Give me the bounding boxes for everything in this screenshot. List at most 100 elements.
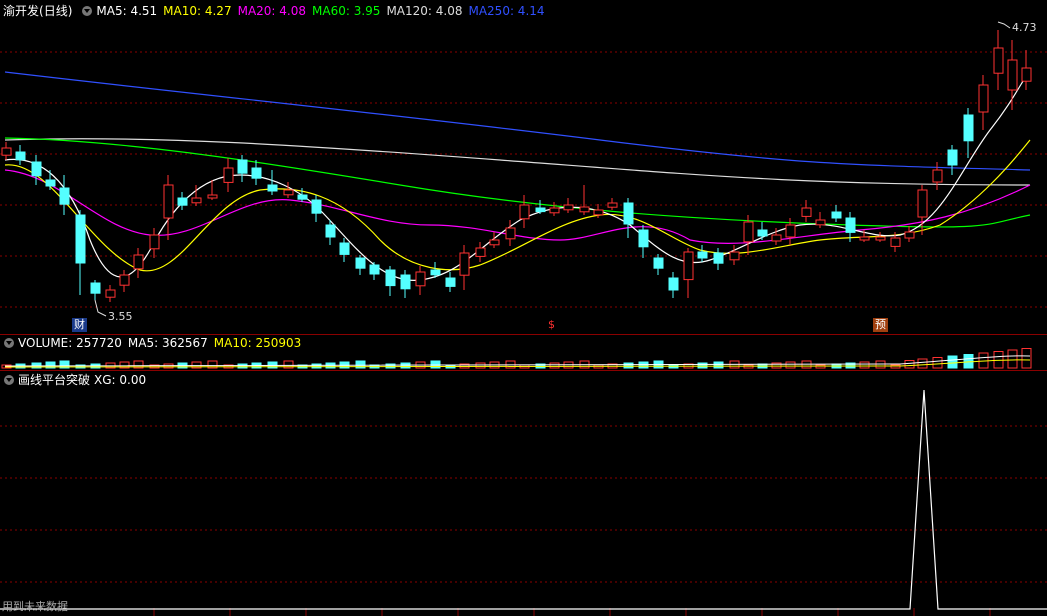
xg-signal-line <box>0 389 1047 610</box>
indicator-settings-icon[interactable] <box>4 375 14 385</box>
indicator-header: 画线平台突破 XG: 0.00 <box>0 371 152 389</box>
candle-body <box>729 251 740 261</box>
candle-body <box>549 207 560 214</box>
ma-curve-1 <box>4 138 1031 186</box>
candle-body <box>283 189 294 196</box>
indicator-name[interactable]: 画线平台突破 <box>18 371 90 389</box>
volume-bar <box>917 358 928 369</box>
candle-body <box>890 237 901 247</box>
ma250-label: MA250: 4.14 <box>468 4 545 18</box>
candle-body <box>831 211 842 219</box>
candle-body <box>297 194 308 200</box>
candle-body <box>400 274 411 290</box>
candle-body <box>593 209 604 216</box>
divider-volume-indicator <box>0 370 1047 371</box>
candle-body <box>963 114 974 142</box>
dividend-badge[interactable]: $ <box>546 318 557 332</box>
financial-report-badge[interactable]: 财 <box>72 318 87 332</box>
candle-body <box>993 47 1004 74</box>
volume-bar <box>947 355 958 369</box>
candle-body <box>653 257 664 269</box>
candle-body <box>519 204 530 220</box>
candle-body <box>623 202 634 225</box>
volume-bar <box>993 351 1004 369</box>
candle-body <box>207 194 218 199</box>
candle-body <box>251 167 262 179</box>
volume-bar <box>904 360 915 369</box>
volume-bar <box>859 361 870 369</box>
candle-body <box>475 247 486 257</box>
candle-body <box>859 236 870 241</box>
candle-body <box>90 282 101 294</box>
candle-body <box>311 199 322 214</box>
candle-body <box>489 239 500 246</box>
volume-settings-icon[interactable] <box>4 338 14 348</box>
candle-body <box>771 234 782 242</box>
low-price-label: 3.55 <box>108 310 133 323</box>
volume-bar <box>771 362 782 369</box>
volume-header: VOLUME: 257720 MA5: 362567 MA10: 250903 <box>0 334 307 352</box>
volume-bar <box>978 352 989 369</box>
volume-bar <box>1021 348 1032 369</box>
volume-bar <box>713 361 724 369</box>
candle-body <box>845 217 856 233</box>
candle-body <box>535 207 546 213</box>
volume-bar <box>549 362 560 369</box>
candle-body <box>904 231 915 239</box>
candle-body <box>75 214 86 264</box>
candle-body <box>563 204 574 211</box>
candle-body <box>223 167 234 183</box>
candle-body <box>579 206 590 213</box>
high-marker-arrow <box>997 21 1011 29</box>
candle-body <box>163 184 174 219</box>
volume-ma5: MA5: 362567 <box>127 336 208 350</box>
candle-body <box>1021 67 1032 82</box>
ma10-label: MA10: 4.27 <box>163 4 232 18</box>
candle-body <box>355 257 366 269</box>
candle-body <box>59 187 70 205</box>
candle-body <box>875 236 886 241</box>
volume-bar <box>1007 349 1018 369</box>
ma20-label: MA20: 4.08 <box>237 4 307 18</box>
settings-icon[interactable] <box>82 6 93 16</box>
candle-body <box>697 251 708 259</box>
candlesticks <box>1 30 1032 302</box>
candle-body <box>445 277 456 287</box>
candle-body <box>177 197 188 206</box>
ma60-label: MA60: 3.95 <box>312 4 381 18</box>
candle-body <box>45 179 56 187</box>
candle-body <box>430 269 441 276</box>
candle-body <box>815 219 826 226</box>
xg-signal-path <box>0 389 1047 610</box>
candle-body <box>191 197 202 204</box>
ma5-label: MA5: 4.51 <box>96 4 158 18</box>
forecast-badge[interactable]: 预 <box>873 318 888 332</box>
candle-body <box>743 221 754 243</box>
low-marker-arrow <box>94 299 107 317</box>
volume-value: VOLUME: 257720 <box>18 336 122 350</box>
indicator-value: XG: 0.00 <box>94 373 147 387</box>
stock-name[interactable]: 渝开发 <box>3 2 39 20</box>
candle-body <box>133 254 144 270</box>
candle-body <box>801 207 812 217</box>
candle-body <box>369 264 380 275</box>
candle-body <box>947 149 958 166</box>
high-price-label: 4.73 <box>1012 21 1037 34</box>
main-header: 渝开发 (日线) MA5: 4.51 MA10: 4.27 MA20: 4.08… <box>0 2 551 20</box>
candle-body <box>607 202 618 208</box>
candle-body <box>668 277 679 291</box>
candle-body <box>683 251 694 281</box>
candle-body <box>757 229 768 237</box>
volume-bar <box>963 354 974 369</box>
candle-body <box>119 274 130 286</box>
future-data-note: 用到未来数据 <box>2 600 68 613</box>
chart-canvas[interactable] <box>0 0 1047 616</box>
candle-body <box>339 242 350 255</box>
volume-bar <box>237 363 248 369</box>
candle-body <box>1 147 12 156</box>
candle-body <box>149 234 160 250</box>
candle-body <box>638 229 649 248</box>
volume-ma10: MA10: 250903 <box>213 336 302 350</box>
volume-bar <box>475 362 486 369</box>
volume-bar <box>385 363 396 369</box>
